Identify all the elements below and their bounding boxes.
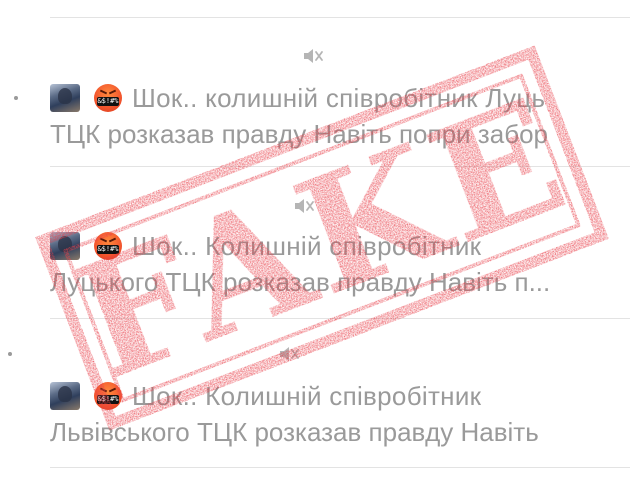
- message-preview: ТЦК розказав правду Навіть попри забор: [50, 119, 548, 149]
- message-preview: Луцького ТЦК розказав правду Навіть п...: [50, 267, 551, 297]
- list-item[interactable]: &$!#% Шок.. Колишній співробітник Луцько…: [50, 228, 630, 300]
- channel-avatar: [50, 232, 80, 260]
- message-title: Шок.. Колишній співробітник: [132, 230, 482, 261]
- list-item[interactable]: &$!#% Шок.. колишній співробітник Луць Т…: [50, 80, 630, 152]
- divider: [50, 17, 630, 18]
- message-feed: &$!#% Шок.. колишній співробітник Луць Т…: [0, 0, 630, 480]
- channel-avatar: [50, 382, 80, 410]
- message-title: Шок.. Колишній співробітник: [132, 380, 482, 411]
- bullet-dot: [14, 96, 18, 100]
- channel-avatar: [50, 84, 80, 112]
- list-item[interactable]: &$!#% Шок.. Колишній співробітник Львівс…: [50, 378, 630, 450]
- bullet-dot: [8, 352, 12, 356]
- angry-cursing-face-icon: &$!#%: [94, 382, 122, 410]
- angry-cursing-face-icon: &$!#%: [94, 84, 122, 112]
- angry-cursing-face-icon: &$!#%: [94, 232, 122, 260]
- divider: [50, 166, 630, 167]
- muted-speaker-icon[interactable]: [302, 46, 324, 66]
- message-preview: Львівського ТЦК розказав правду Навіть: [50, 417, 539, 447]
- muted-speaker-icon[interactable]: [293, 196, 315, 216]
- divider: [50, 467, 630, 468]
- muted-speaker-icon[interactable]: [278, 344, 300, 364]
- divider: [50, 318, 630, 319]
- message-title: Шок.. колишній співробітник Луць: [132, 82, 546, 113]
